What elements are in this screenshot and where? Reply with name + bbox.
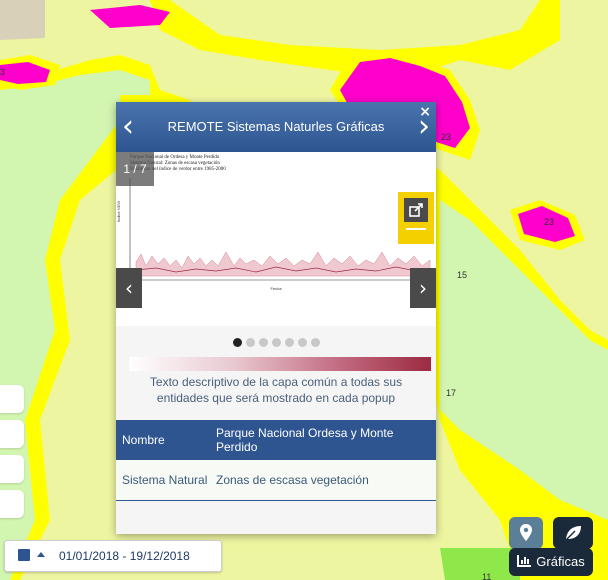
bar-chart-icon (517, 555, 532, 567)
graficas-button[interactable]: Gráficas (509, 548, 593, 576)
slide-counter: 1 / 7 (116, 152, 154, 186)
map-label: 23 (441, 132, 451, 142)
color-ramp-legend (129, 357, 431, 371)
attribute-value: Parque Nacional Ordesa y Monte Perdido (216, 426, 394, 454)
map-inset-image (0, 0, 45, 40)
external-link-glyph (409, 203, 423, 217)
chart-series-band (135, 251, 431, 277)
pagination-dot-6[interactable] (297, 338, 307, 347)
chart-ylabel: Índice NDVI (116, 201, 121, 222)
map-control-button-1[interactable] (0, 385, 24, 413)
pagination-dot-4[interactable] (271, 338, 281, 347)
feature-popup: ‹ REMOTE Sistemas Naturles Gráficas › × … (116, 102, 436, 534)
map-pin-icon (520, 524, 532, 541)
ndvi-chart-image: Parque Nacional de Ordesa y Monte Perdid… (116, 155, 434, 291)
attribute-table: Nombre Parque Nacional Ordesa y Monte Pe… (116, 420, 436, 501)
map-area-green-bottom (440, 548, 520, 580)
external-link-icon (404, 198, 428, 222)
graficas-label: Gráficas (536, 554, 585, 569)
attribute-value: Zonas de escasa vegetación (216, 473, 369, 487)
map-control-button-2[interactable] (0, 420, 24, 448)
caret-up-icon[interactable] (37, 552, 45, 557)
attribute-key: Sistema Natural (122, 473, 208, 487)
map-label: 23 (544, 217, 554, 227)
pagination-dot-7[interactable] (310, 338, 320, 347)
table-row: Sistema Natural Zonas de escasa vegetaci… (116, 460, 436, 501)
map-label: 3 (0, 67, 5, 77)
calendar-icon (18, 549, 30, 561)
chart-slide: Parque Nacional de Ordesa y Monte Perdid… (116, 152, 436, 371)
map-control-button-4[interactable] (0, 490, 24, 518)
close-icon[interactable]: × (419, 104, 431, 120)
pagination-dot-3[interactable] (258, 338, 268, 347)
map-label: 17 (446, 388, 456, 398)
popup-header: ‹ REMOTE Sistemas Naturles Gráficas › × (116, 102, 436, 152)
attribute-table-header: Nombre Parque Nacional Ordesa y Monte Pe… (116, 420, 436, 460)
location-button[interactable] (509, 517, 543, 549)
attribute-key: Nombre (122, 433, 165, 447)
map-label: 15 (457, 270, 467, 280)
pagination-dot-1[interactable] (232, 338, 242, 347)
slide-pagination (116, 334, 436, 352)
leaf-icon (565, 526, 581, 541)
chart-xlabel: Fecha (270, 286, 282, 291)
slide-next-button[interactable]: › (410, 268, 436, 308)
open-external-button[interactable] (398, 192, 434, 244)
date-range-picker[interactable]: 01/01/2018 - 19/12/2018 (4, 540, 222, 572)
pagination-dot-2[interactable] (245, 338, 255, 347)
pagination-dot-5[interactable] (284, 338, 294, 347)
popup-title: REMOTE Sistemas Naturles Gráficas (167, 119, 385, 134)
open-external-underline (406, 228, 426, 230)
slide-prev-button[interactable]: ‹ (116, 268, 142, 308)
date-range-text: 01/01/2018 - 19/12/2018 (59, 549, 190, 563)
map-control-button-3[interactable] (0, 455, 24, 483)
layers-button[interactable] (553, 517, 593, 549)
map-label: 11 (482, 572, 491, 580)
layer-description: Texto descriptivo de la capa común a tod… (149, 375, 403, 405)
